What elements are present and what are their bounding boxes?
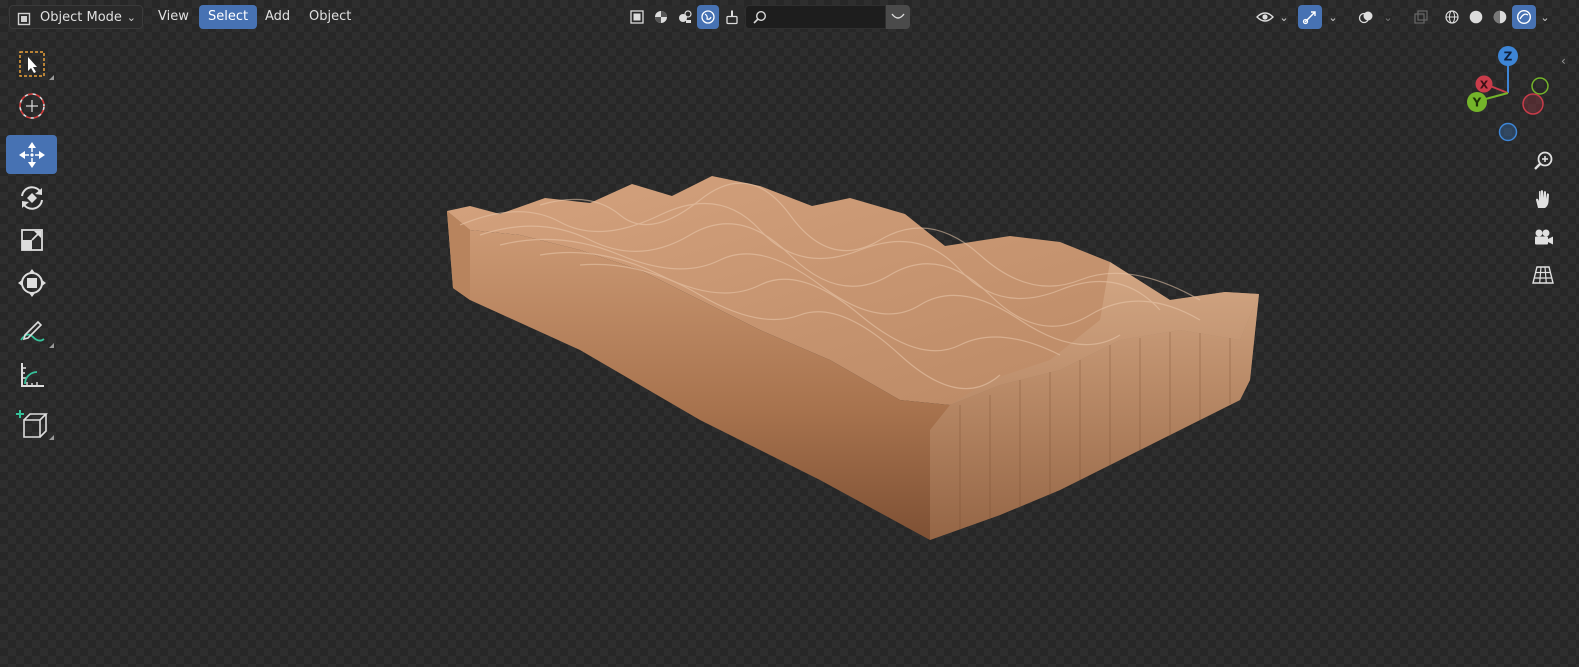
tool-measure[interactable] xyxy=(6,355,57,394)
navigation-gizmo[interactable]: Z X Y xyxy=(1462,44,1558,144)
sidebar-toggle-arrow[interactable]: ‹ xyxy=(1561,54,1566,68)
hand-icon xyxy=(1536,190,1549,208)
measure-ruler-icon xyxy=(20,362,44,387)
axis-neg-z-handle[interactable] xyxy=(1498,122,1518,142)
annotate-pencil-icon xyxy=(19,320,45,341)
axis-neg-x-handle[interactable] xyxy=(1522,93,1544,115)
tool-transform[interactable] xyxy=(6,263,57,302)
camera-view-button[interactable] xyxy=(1530,225,1556,251)
tool-add-cube[interactable] xyxy=(6,404,57,443)
zoom-button[interactable] xyxy=(1530,148,1556,174)
tool-options-marker xyxy=(49,343,54,348)
axis-y-label: Y xyxy=(1472,96,1482,110)
axis-z-label: Z xyxy=(1504,50,1513,64)
tool-options-marker xyxy=(49,435,54,440)
axis-neg-y-handle[interactable] xyxy=(1531,77,1549,95)
tool-options-marker xyxy=(49,75,54,80)
tool-scale[interactable] xyxy=(6,220,57,259)
transform-icon xyxy=(17,268,46,297)
zoom-magnifier-icon xyxy=(1534,151,1553,170)
cursor-icon xyxy=(18,92,45,119)
rotate-icon xyxy=(20,185,43,210)
tool-cursor[interactable] xyxy=(6,86,57,125)
perspective-grid-icon xyxy=(1532,266,1554,284)
projection-toggle-button[interactable] xyxy=(1530,262,1556,288)
camera-icon xyxy=(1535,229,1553,245)
pan-button[interactable] xyxy=(1530,186,1556,212)
scale-icon xyxy=(20,228,43,251)
tool-annotate[interactable] xyxy=(6,312,57,351)
tool-rotate[interactable] xyxy=(6,178,57,217)
move-arrows-icon xyxy=(18,141,45,168)
axis-x-label: X xyxy=(1480,79,1489,92)
add-cube-icon xyxy=(15,409,48,438)
select-box-icon xyxy=(18,50,45,77)
tool-select-box[interactable] xyxy=(6,44,57,83)
tool-move[interactable] xyxy=(6,135,57,174)
terrain-model[interactable] xyxy=(0,0,1579,667)
